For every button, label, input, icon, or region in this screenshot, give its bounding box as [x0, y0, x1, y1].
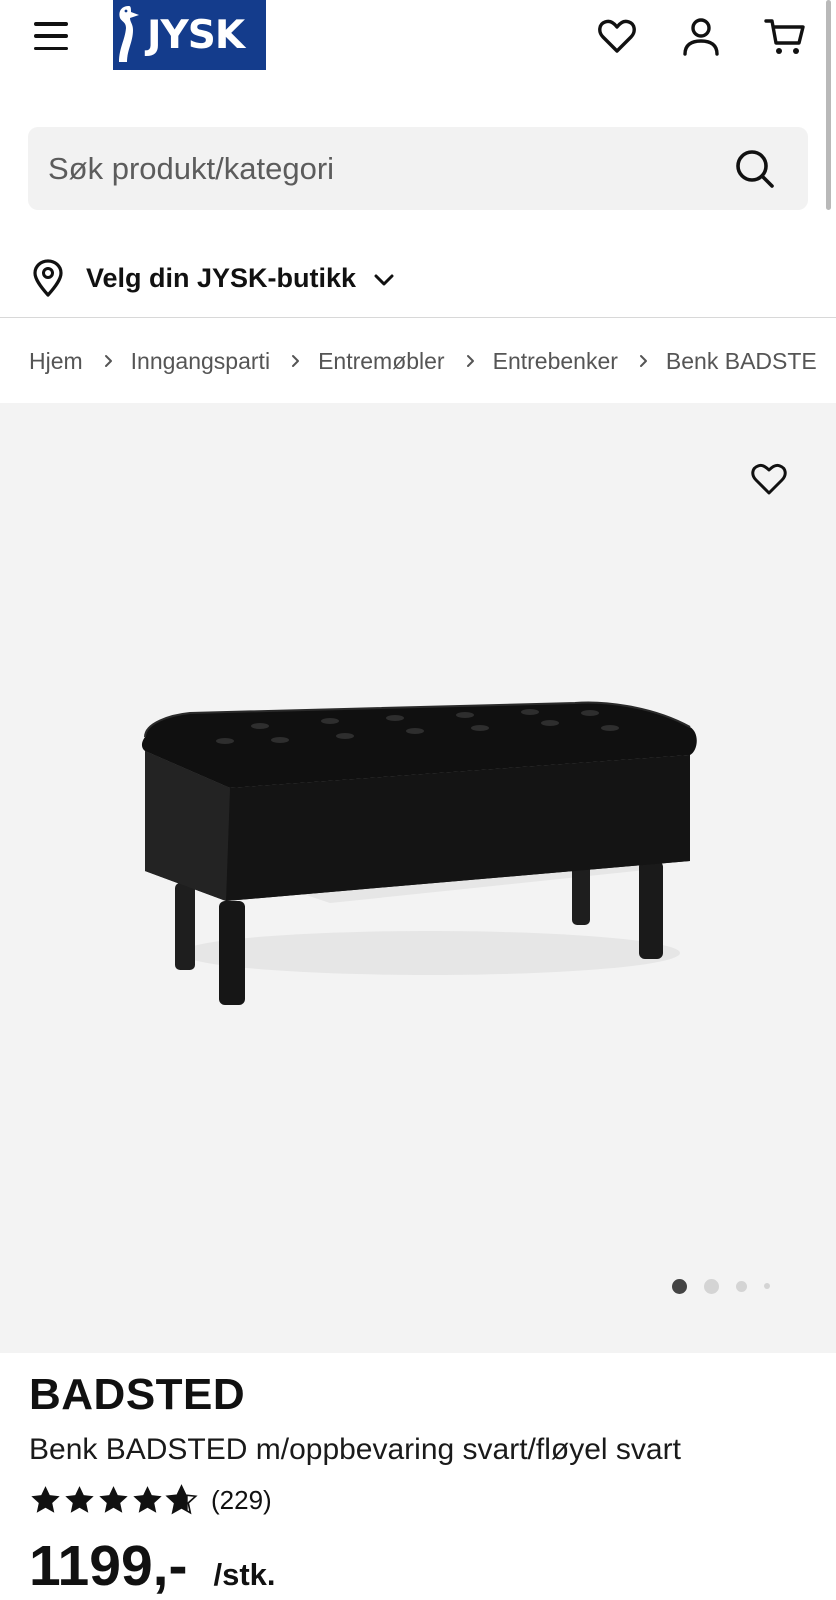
product-brand: BADSTED [29, 1370, 246, 1419]
breadcrumb-item-entremobler[interactable]: Entremøbler [318, 348, 445, 375]
logo-text: JYSK [147, 12, 245, 58]
star-icon [31, 1485, 60, 1513]
breadcrumb-item-home[interactable]: Hjem [29, 348, 83, 375]
chevron-right-icon [639, 355, 647, 367]
store-selector-label: Velg din JYSK-butikk [86, 262, 357, 293]
star-icon [133, 1485, 162, 1513]
search-input[interactable] [28, 127, 708, 210]
carousel-dot[interactable] [764, 1283, 770, 1289]
user-icon[interactable] [679, 14, 723, 58]
chevron-right-icon [292, 355, 300, 367]
product-rating[interactable]: (229) [29, 1480, 272, 1520]
breadcrumb-item-current: Benk BADSTE [665, 347, 817, 374]
chevron-right-icon [104, 355, 112, 367]
store-selector[interactable]: Velg din JYSK-butikk [30, 255, 398, 301]
carousel-dots [672, 1276, 770, 1296]
cart-icon[interactable] [763, 14, 807, 58]
breadcrumb-item-inngangsparti[interactable]: Inngangsparti [131, 348, 270, 375]
star-icon [99, 1485, 128, 1513]
product-price: 1199,- [29, 1534, 188, 1598]
divider [0, 317, 836, 318]
search-icon[interactable] [732, 146, 778, 192]
product-image [141, 701, 697, 1005]
menu-icon[interactable] [30, 18, 72, 54]
carousel-dot[interactable] [704, 1278, 719, 1294]
breadcrumb: Hjem Inngangsparti Entremøbler Entrebenk… [29, 346, 817, 376]
review-count[interactable]: (229) [211, 1485, 272, 1516]
star-half-icon [165, 1483, 198, 1514]
product-image-gallery[interactable] [0, 403, 836, 1353]
jysk-logo[interactable]: JYSK [113, 0, 266, 70]
header: JYSK [0, 0, 836, 100]
chevron-right-icon [466, 355, 474, 367]
star-icon [65, 1485, 94, 1513]
breadcrumb-item-entrebenker[interactable]: Entrebenker [493, 348, 618, 375]
price-unit: /stk. [213, 1557, 276, 1592]
chevron-down-icon [374, 274, 394, 286]
wishlist-heart-icon[interactable] [595, 14, 639, 58]
goose-logo-icon [119, 6, 139, 62]
carousel-dot[interactable] [736, 1280, 747, 1292]
page-scrollbar[interactable] [826, 0, 831, 210]
carousel-dot-active[interactable] [672, 1278, 687, 1294]
product-name: Benk BADSTED m/oppbevaring svart/fløyel … [29, 1433, 681, 1466]
price-row: 1199,- /stk. [29, 1533, 276, 1599]
location-pin-icon [33, 259, 63, 297]
rating-stars [29, 1483, 199, 1517]
add-to-wishlist-heart-icon[interactable] [748, 458, 790, 500]
search-bar [28, 127, 808, 210]
